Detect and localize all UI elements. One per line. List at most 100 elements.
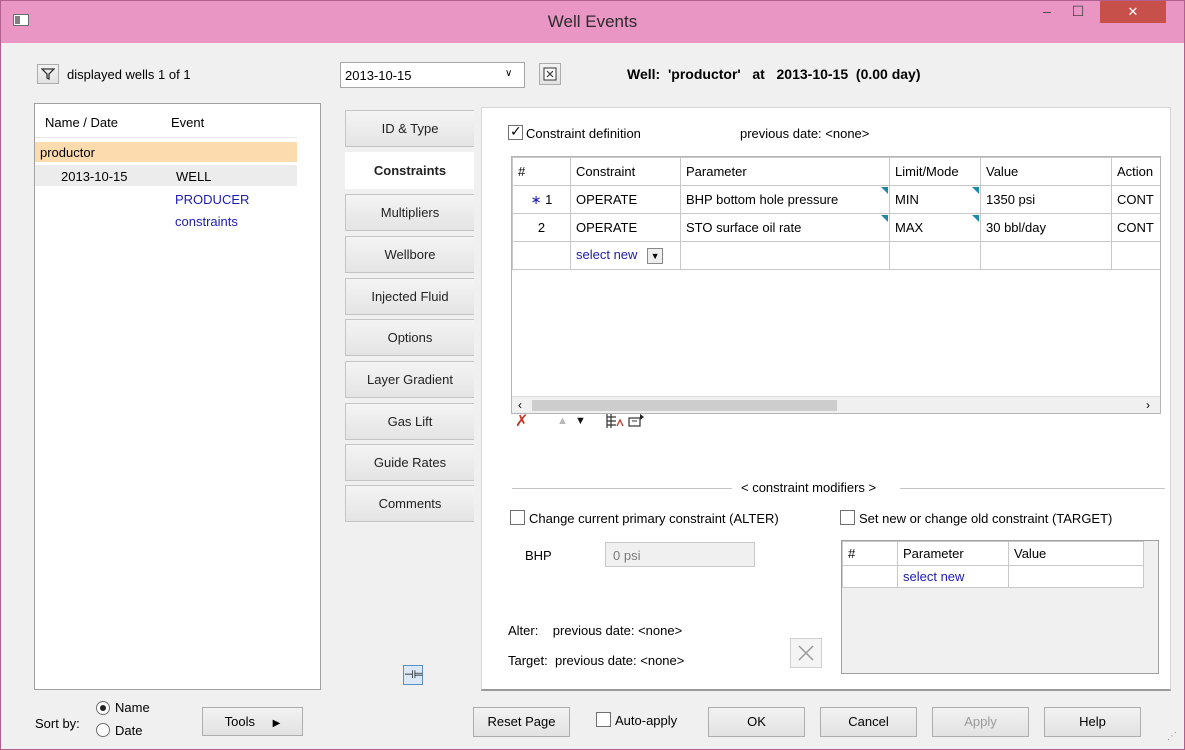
row-limit[interactable]: MIN: [889, 185, 981, 214]
grid-col-constraint[interactable]: Constraint: [570, 157, 681, 186]
tools-label: Tools: [224, 714, 256, 729]
copy-rows-icon[interactable]: [627, 412, 647, 430]
grid-col-value[interactable]: Value: [980, 157, 1112, 186]
row-parameter[interactable]: STO surface oil rate: [680, 213, 890, 242]
well-row-productor[interactable]: productor: [35, 142, 297, 162]
constraint-definition-checkbox[interactable]: [508, 123, 523, 140]
previous-date-label: previous date: <none>: [740, 126, 870, 141]
event-date: 2013-10-15: [61, 169, 128, 184]
sort-name-label: Name: [115, 700, 150, 715]
row-action[interactable]: CONT: [1111, 185, 1160, 214]
column-event[interactable]: Event: [171, 115, 204, 130]
tools-button[interactable]: Tools ▶: [202, 707, 303, 736]
select-new-parameter[interactable]: select new: [897, 565, 1009, 588]
maximize-button[interactable]: ☐: [1063, 1, 1093, 23]
row-value[interactable]: 1350 psi: [980, 185, 1112, 214]
cancel-button[interactable]: Cancel: [820, 707, 917, 737]
modifiers-divider-left: [512, 488, 732, 489]
tab-id-type[interactable]: ID & Type: [345, 110, 474, 147]
minimize-button[interactable]: –: [1032, 1, 1062, 23]
row-constraint[interactable]: OPERATE: [570, 213, 681, 242]
target-col-value[interactable]: Value: [1008, 541, 1144, 566]
grid-col-action[interactable]: Action: [1111, 157, 1160, 186]
event-row-date[interactable]: 2013-10-15 WELL: [35, 165, 297, 186]
auto-apply-checkbox[interactable]: [596, 712, 611, 727]
move-down-icon[interactable]: ▼: [575, 415, 586, 427]
well-caption: Well: 'productor' at 2013-10-15 (0.00 da…: [627, 66, 921, 82]
well-list-header: Name / Date Event: [35, 104, 297, 138]
tab-guide-rates[interactable]: Guide Rates: [345, 444, 474, 481]
grid-col-num[interactable]: #: [512, 157, 571, 186]
tab-options[interactable]: Options: [345, 319, 474, 356]
alter-label: Change current primary constraint (ALTER…: [529, 511, 779, 526]
bhp-label: BHP: [525, 548, 552, 563]
pin-icon: ⊣⊨: [404, 669, 424, 681]
delete-icon[interactable]: ✗: [515, 411, 528, 431]
tab-constraints[interactable]: Constraints: [345, 152, 474, 189]
constraints-panel: Constraint definition previous date: <no…: [481, 107, 1171, 691]
modifiers-divider-right: [900, 488, 1165, 489]
sort-by-label: Sort by:: [35, 716, 80, 731]
column-name-date[interactable]: Name / Date: [45, 115, 118, 130]
table-row-new[interactable]: select new ▼: [512, 241, 1160, 270]
chevron-down-icon: ∨: [505, 68, 513, 79]
select-new-constraint[interactable]: select new: [576, 247, 637, 262]
reset-page-button[interactable]: Reset Page: [473, 707, 570, 737]
tab-gas-lift[interactable]: Gas Lift: [345, 403, 474, 440]
auto-apply-label: Auto-apply: [615, 713, 678, 728]
event-constraints[interactable]: constraints: [175, 214, 238, 229]
target-col-parameter[interactable]: Parameter: [897, 541, 1009, 566]
tab-wellbore[interactable]: Wellbore: [345, 236, 474, 273]
tab-injected-fluid[interactable]: Injected Fluid: [345, 278, 474, 315]
current-row-icon: ∗: [530, 191, 542, 207]
bhp-value: 0 psi: [613, 548, 641, 563]
target-grid: # Parameter Value select new: [841, 540, 1159, 674]
target-col-num[interactable]: #: [842, 541, 898, 566]
row-action[interactable]: CONT: [1111, 213, 1160, 242]
well-list-panel: Name / Date Event productor 2013-10-15 W…: [34, 103, 321, 690]
resize-grip-icon[interactable]: ⋰: [1167, 731, 1177, 742]
row-num: 2: [512, 213, 571, 242]
sort-date-label: Date: [115, 723, 143, 738]
alter-checkbox[interactable]: [510, 510, 525, 525]
target-label: Set new or change old constraint (TARGET…: [859, 511, 1113, 526]
close-button[interactable]: ✕: [1100, 1, 1166, 23]
table-row[interactable]: ∗ 1 OPERATE BHP bottom hole pressure MIN…: [512, 185, 1160, 214]
tab-layer-gradient[interactable]: Layer Gradient: [345, 361, 474, 398]
scrollbar-thumb[interactable]: [532, 400, 837, 411]
title-bar: Well Events – ☐ ✕: [1, 1, 1184, 43]
calendar-button[interactable]: [539, 63, 561, 85]
tab-comments[interactable]: Comments: [345, 485, 474, 522]
help-button[interactable]: Help: [1044, 707, 1141, 737]
event-producer[interactable]: PRODUCER: [175, 192, 249, 207]
row-value[interactable]: 30 bbl/day: [980, 213, 1112, 242]
date-select[interactable]: 2013-10-15 ∨: [340, 62, 525, 88]
row-limit[interactable]: MAX: [889, 213, 981, 242]
target-checkbox[interactable]: [840, 510, 855, 525]
grid-header-row: # Constraint Parameter Limit/Mode Value …: [512, 157, 1160, 186]
alter-previous-date: Alter: previous date: <none>: [508, 623, 683, 638]
calendar-icon: [543, 67, 557, 81]
scroll-left-icon[interactable]: ‹: [518, 398, 522, 412]
table-row[interactable]: 2 OPERATE STO surface oil rate MAX 30 bb…: [512, 213, 1160, 242]
dropdown-arrow-icon[interactable]: ▼: [647, 247, 664, 264]
apply-button[interactable]: Apply: [932, 707, 1029, 737]
ok-button[interactable]: OK: [708, 707, 805, 737]
row-num: 1: [545, 191, 553, 207]
clear-modifier-button[interactable]: [790, 638, 822, 668]
displayed-wells-label: displayed wells 1 of 1: [67, 67, 191, 82]
filter-button[interactable]: [37, 64, 59, 84]
grid-col-parameter[interactable]: Parameter: [680, 157, 890, 186]
grid-options-icon[interactable]: [605, 412, 625, 430]
bhp-input[interactable]: 0 psi: [605, 542, 755, 567]
target-row-new[interactable]: select new: [842, 565, 1144, 588]
pin-button[interactable]: ⊣⊨: [403, 665, 423, 685]
row-parameter[interactable]: BHP bottom hole pressure: [680, 185, 890, 214]
row-constraint[interactable]: OPERATE: [570, 185, 681, 214]
grid-col-limit[interactable]: Limit/Mode: [889, 157, 981, 186]
sort-date-radio[interactable]: [96, 723, 110, 737]
scroll-right-icon[interactable]: ›: [1146, 398, 1150, 412]
move-up-icon[interactable]: ▲: [557, 415, 568, 427]
sort-name-radio[interactable]: [96, 701, 110, 715]
tab-multipliers[interactable]: Multipliers: [345, 194, 474, 231]
